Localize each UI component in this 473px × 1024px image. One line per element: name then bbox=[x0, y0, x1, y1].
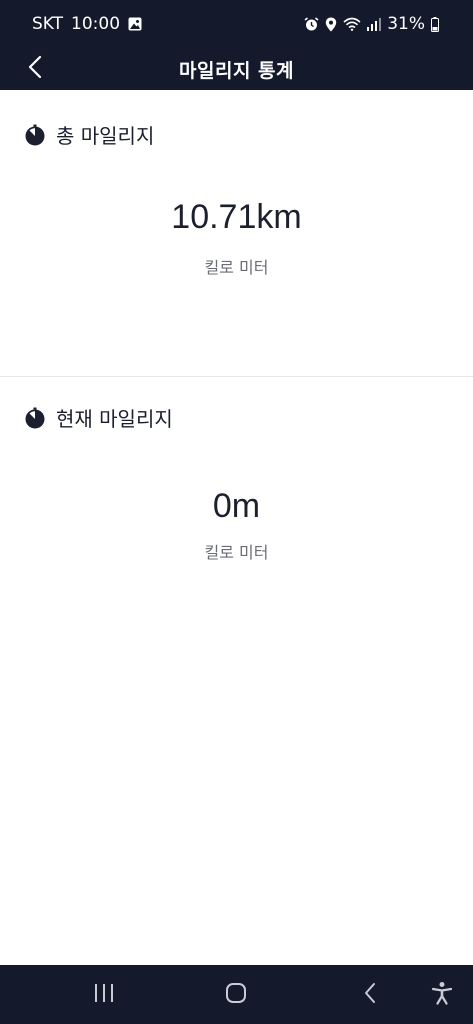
total-mileage-label: 총 마일리지 bbox=[56, 124, 155, 148]
system-back-button[interactable] bbox=[340, 965, 400, 1024]
signal-icon bbox=[367, 17, 382, 31]
stopwatch-icon bbox=[24, 124, 46, 146]
location-icon bbox=[325, 17, 337, 32]
current-mileage-value: 0m bbox=[212, 487, 261, 525]
clock: 10:00 bbox=[71, 14, 121, 34]
mileage-stats-screen: SKT 10:00 31% 마일리지 통계 총 마일리지 10.71km 킬로 … bbox=[0, 0, 473, 1024]
home-button[interactable] bbox=[206, 965, 266, 1024]
recents-button[interactable] bbox=[74, 965, 134, 1024]
current-mileage-label: 현재 마일리지 bbox=[56, 407, 173, 431]
app-bar: 마일리지 통계 bbox=[0, 48, 473, 90]
accessibility-button[interactable] bbox=[412, 965, 472, 1024]
back-icon bbox=[363, 982, 377, 1008]
battery-percent: 31% bbox=[387, 14, 425, 34]
wifi-icon bbox=[343, 17, 361, 31]
status-left: SKT 10:00 bbox=[32, 14, 142, 34]
battery-icon bbox=[431, 16, 439, 32]
home-icon bbox=[225, 982, 247, 1008]
current-mileage-section: 현재 마일리지 0m 킬로 미터 bbox=[0, 377, 473, 964]
recents-icon bbox=[93, 983, 115, 1007]
page-title: 마일리지 통계 bbox=[179, 60, 294, 82]
gallery-notification-icon bbox=[128, 17, 142, 31]
total-mileage-section: 총 마일리지 10.71km 킬로 미터 bbox=[0, 90, 473, 376]
current-mileage-header: 현재 마일리지 bbox=[24, 403, 173, 432]
total-mileage-header: 총 마일리지 bbox=[24, 120, 154, 149]
current-mileage-unit: 킬로 미터 bbox=[204, 543, 269, 562]
system-nav-bar bbox=[0, 965, 473, 1024]
alarm-icon bbox=[304, 16, 319, 32]
status-right: 31% bbox=[304, 14, 439, 34]
accessibility-icon bbox=[431, 981, 453, 1009]
status-bar: SKT 10:00 31% bbox=[0, 0, 473, 48]
stopwatch-icon bbox=[24, 407, 46, 429]
total-mileage-unit: 킬로 미터 bbox=[204, 258, 269, 277]
carrier-label: SKT bbox=[32, 14, 64, 34]
total-mileage-value: 10.71km bbox=[171, 198, 302, 236]
